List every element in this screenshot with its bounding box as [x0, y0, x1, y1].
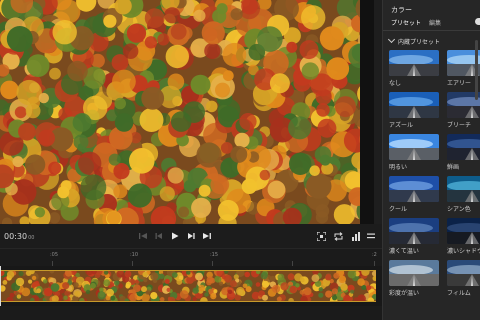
preset-label: フィルム [447, 290, 471, 297]
timeline-footer [0, 306, 382, 320]
preset-thumbnail [447, 260, 480, 286]
timeline-ruler[interactable]: :05 :10 :15 :2 [0, 248, 382, 267]
preset-thumbnail [389, 134, 439, 160]
preset-item[interactable]: フィルム [447, 260, 480, 297]
preset-item[interactable]: 濃いシャドウ [447, 218, 480, 255]
preset-label: アズール [389, 122, 414, 129]
playhead[interactable] [0, 266, 1, 306]
preset-label: 鮮画 [447, 164, 460, 171]
preset-item[interactable]: 濃くて温い [389, 218, 439, 255]
preset-item[interactable]: なし [389, 50, 439, 87]
preset-thumbnail [389, 92, 439, 118]
preset-item[interactable]: 彩度が温い [389, 260, 439, 297]
preview-edge [360, 0, 374, 224]
video-preview[interactable] [0, 0, 374, 224]
transport-bar: 00:3000 [0, 224, 382, 248]
preset-label: ブリーチ [447, 122, 472, 129]
preset-thumbnail [389, 50, 439, 76]
clip-thumbnails [0, 271, 376, 301]
tab-edit[interactable]: 編集 [429, 18, 441, 27]
timecode: 00:3000 [4, 232, 34, 241]
preset-label: 彩度が温い [389, 290, 420, 297]
preset-item[interactable]: クール [389, 176, 439, 213]
preset-item[interactable]: 明るい [389, 134, 439, 171]
panel-title: カラー [391, 6, 412, 14]
ruler-label: :2 [372, 252, 377, 258]
ruler-label: :15 [210, 252, 219, 258]
preset-item[interactable]: シアン色 [447, 176, 480, 213]
ruler-label: :05 [50, 252, 59, 258]
preset-label: なし [389, 80, 402, 87]
forest-aerial-image [0, 0, 374, 224]
panel-divider [383, 30, 480, 31]
volume-icon[interactable] [350, 231, 360, 241]
step-forward-icon[interactable] [186, 231, 196, 241]
compare-toggle[interactable] [475, 18, 480, 25]
preset-thumbnail [389, 218, 439, 244]
video-track [0, 266, 382, 306]
color-panel: カラー プリセット 編集 内蔵プリセット なし エアリーアズール ブリーチ明るい 鮮画… [382, 0, 480, 320]
timecode-frames: 00 [28, 235, 35, 241]
menu-icon[interactable] [366, 231, 376, 241]
loop-icon[interactable] [333, 231, 343, 241]
preset-label: エアリー [447, 80, 472, 87]
timecode-main: 00:30 [4, 232, 28, 241]
preset-thumbnail [447, 176, 480, 202]
section-title: 内蔵プリセット [398, 39, 441, 46]
builtin-presets-header[interactable]: 内蔵プリセット [387, 35, 441, 46]
preset-thumbnail [389, 176, 439, 202]
ruler-label: :10 [130, 252, 139, 258]
fit-screen-icon[interactable] [316, 231, 326, 241]
play-icon[interactable] [170, 231, 180, 241]
chevron-down-icon [387, 35, 396, 44]
preset-label: クール [389, 206, 408, 213]
preset-item[interactable]: アズール [389, 92, 439, 129]
tab-presets[interactable]: プリセット [391, 18, 421, 27]
preset-label: 濃くて温い [389, 248, 419, 255]
preset-item[interactable]: 鮮画 [447, 134, 480, 171]
video-clip[interactable] [0, 270, 376, 302]
preset-label: 明るい [389, 164, 408, 171]
preset-label: 濃いシャドウ [447, 248, 480, 255]
preset-thumbnail [447, 134, 480, 160]
preset-thumbnail [389, 260, 439, 286]
skip-forward-icon[interactable] [202, 231, 212, 241]
preset-label: シアン色 [447, 206, 471, 213]
step-back-icon[interactable] [154, 231, 164, 241]
preset-thumbnail [447, 218, 480, 244]
panel-scrollbar[interactable] [475, 40, 478, 100]
skip-back-icon[interactable] [138, 231, 148, 241]
